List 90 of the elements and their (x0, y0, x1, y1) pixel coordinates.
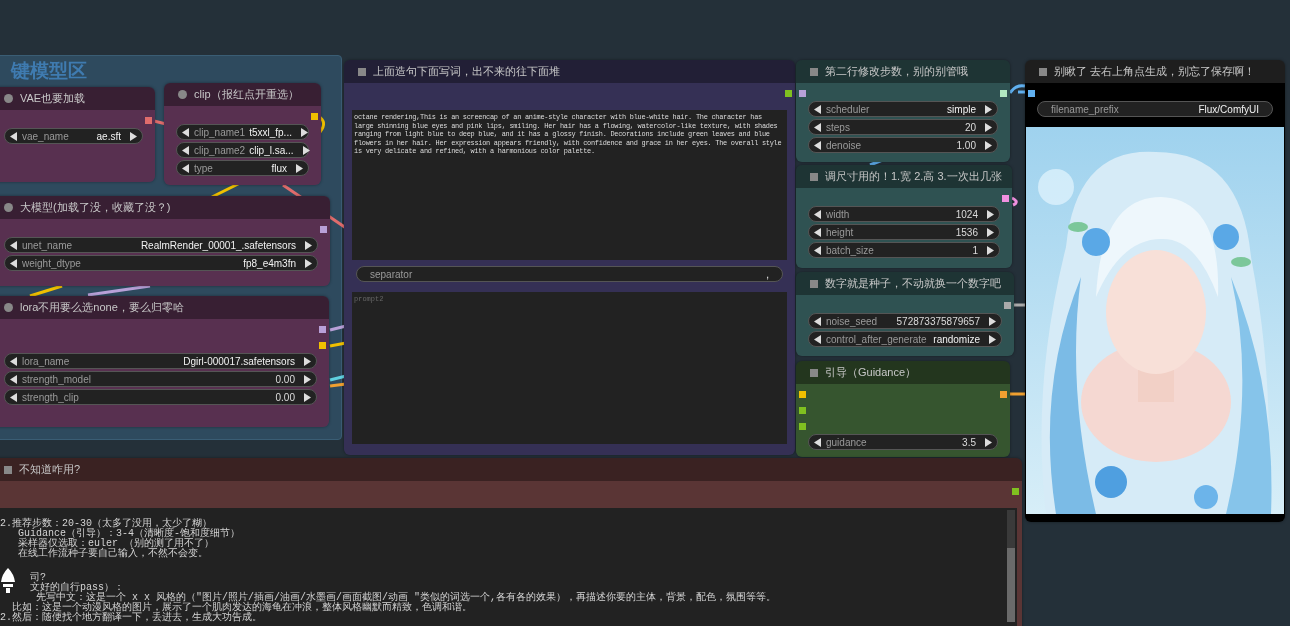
node-header[interactable]: clip（报红点开重选） (164, 83, 321, 106)
node-title: clip（报红点开重选） (194, 87, 299, 102)
combo-field[interactable]: vae_name ae.sft (4, 128, 143, 144)
note-line: 文好的自行pass）： (29, 583, 124, 593)
dot-icon[interactable] (4, 303, 13, 312)
connection-wire (29, 284, 63, 298)
output-port[interactable] (785, 89, 792, 97)
output-port[interactable] (319, 341, 326, 349)
node-title: VAE也要加载 (20, 91, 86, 106)
dot-icon[interactable] (4, 94, 13, 103)
note-line: 司? (29, 573, 46, 583)
combo-field[interactable]: type flux (176, 160, 309, 176)
combo-field[interactable]: clip_name1 t5xxl_fp... (176, 124, 309, 140)
node-title: 引导（Guidance） (825, 365, 917, 380)
node-header[interactable]: 别瞅了 去右上角点生成，别忘了保存啊！ (1025, 60, 1285, 83)
text-field[interactable]: separator , (356, 266, 783, 282)
input-port[interactable] (799, 390, 806, 398)
right-arrow-icon[interactable] (129, 131, 137, 141)
input-port[interactable] (799, 406, 806, 414)
number-field[interactable]: height 1536 (808, 224, 1000, 240)
number-field[interactable]: guidance 3.5 (808, 434, 998, 450)
node-header[interactable]: 引导（Guidance） (796, 361, 1010, 384)
node-title: 大模型(加载了没，收藏了没？) (20, 200, 171, 215)
output-port[interactable] (311, 112, 318, 120)
square-icon[interactable] (810, 172, 818, 181)
number-field[interactable]: strength_model 0.00 (4, 371, 317, 387)
number-field[interactable]: strength_clip 0.00 (4, 389, 317, 405)
note-line: Guidance（引导）：3-4（清晰度-饱和度细节） (18, 529, 241, 539)
node-header[interactable]: 数字就是种子，不动就换一个数字吧 (796, 272, 1014, 295)
dot-icon[interactable] (178, 90, 187, 99)
input-port[interactable] (799, 422, 806, 430)
node-header[interactable]: 上面造句下面写词，出不来的往下面堆 (344, 60, 795, 83)
square-icon[interactable] (358, 67, 366, 76)
connection-wire (1014, 303, 1025, 307)
output-port[interactable] (319, 325, 326, 333)
right-arrow-icon[interactable] (984, 437, 992, 447)
square-icon[interactable] (810, 368, 818, 377)
group-title: 键模型区 (11, 59, 87, 83)
node-title: 上面造句下面写词，出不来的往下面堆 (373, 64, 560, 79)
output-port[interactable] (1000, 390, 1007, 398)
note-line: 2.推荐步数：20-30（太多了没用，太少了糊） (0, 519, 212, 529)
node-title: 别瞅了 去右上角点生成，别忘了保存啊！ (1054, 64, 1256, 79)
note-line: 先写中文：这是一个 x x 风格的（"图片/照片/插画/油画/水墨画/画面截图/动画 "类似的词选一个,各有各的效果），再描述你要的主体，背景，配色，氛围等等。 (36, 593, 778, 603)
node-title: 数字就是种子，不动就换一个数字吧 (825, 276, 1001, 291)
number-field[interactable]: width 1024 (808, 206, 1000, 222)
note-line: 比如：这是一个动漫风格的图片，展示了一个肌肉发达的海龟在冲浪，整体风格幽默而精致，色调和谐。 (11, 603, 473, 613)
connection-wire (1011, 196, 1018, 207)
node-header[interactable]: 大模型(加载了没，收藏了没？) (0, 196, 330, 219)
node-header[interactable]: 第二行修改步数，别的别管哦 (796, 60, 1010, 83)
number-field[interactable]: steps 20 (808, 119, 998, 135)
combo-field[interactable]: lora_name Dgirl-000017.safetensors (4, 353, 317, 369)
note-text-field[interactable] (0, 508, 1017, 626)
output-port[interactable] (1002, 194, 1009, 202)
output-port[interactable] (145, 116, 152, 124)
output-port[interactable] (320, 225, 327, 233)
node-header[interactable]: lora不用要么选none，要么归零哈 (0, 296, 329, 319)
connection-wire (1010, 392, 1025, 396)
combo-field[interactable]: control_after_generate randomize (808, 331, 1002, 347)
node-title: 调尺寸用的！1.宽 2.高 3.一次出几张 (825, 169, 1002, 184)
output-port[interactable] (1012, 487, 1019, 495)
number-field[interactable]: noise_seed 572873375879657 (808, 313, 1002, 329)
node-title: lora不用要么选none，要么归零哈 (20, 300, 184, 315)
square-icon[interactable] (810, 67, 818, 76)
input-port[interactable] (799, 89, 806, 97)
left-arrow-icon[interactable] (10, 131, 18, 141)
combo-field[interactable]: weight_dtype fp8_e4m3fn (4, 255, 318, 271)
combo-field[interactable]: unet_name RealmRender_00001_.safetensors (4, 237, 318, 253)
left-arrow-icon[interactable] (814, 437, 822, 447)
input-port[interactable] (1028, 89, 1035, 97)
output-port[interactable] (1000, 89, 1007, 97)
node-header[interactable]: 不知道咋用? (0, 458, 1022, 481)
node-header[interactable]: 调尺寸用的！1.宽 2.高 3.一次出几张 (796, 165, 1012, 188)
note-line: 在线工作流种子要自己输入，不然不会变。 (17, 549, 209, 559)
node-title: 第二行修改步数，别的别管哦 (825, 64, 968, 79)
connection-wire (87, 284, 151, 297)
square-icon[interactable] (810, 279, 818, 288)
number-field[interactable]: batch_size 1 (808, 242, 1000, 258)
note-line: 2.然后：随便找个地方翻译一下，丢进去，生成大功告成。 (0, 613, 262, 623)
output-port[interactable] (1004, 301, 1011, 309)
node-title: 不知道咋用? (19, 462, 81, 477)
square-icon[interactable] (4, 465, 12, 474)
combo-field[interactable]: clip_name2 clip_l.sa... (176, 142, 309, 158)
scrollbar[interactable] (1007, 510, 1015, 622)
combo-field[interactable]: scheduler simple (808, 101, 998, 117)
text-field[interactable]: filename_prefix Flux/ComfyUI (1037, 101, 1273, 117)
dot-icon[interactable] (4, 203, 13, 212)
bell-icon (0, 568, 16, 594)
square-icon[interactable] (1039, 67, 1047, 76)
number-field[interactable]: denoise 1.00 (808, 137, 998, 153)
node-header[interactable]: VAE也要加载 (0, 87, 155, 110)
